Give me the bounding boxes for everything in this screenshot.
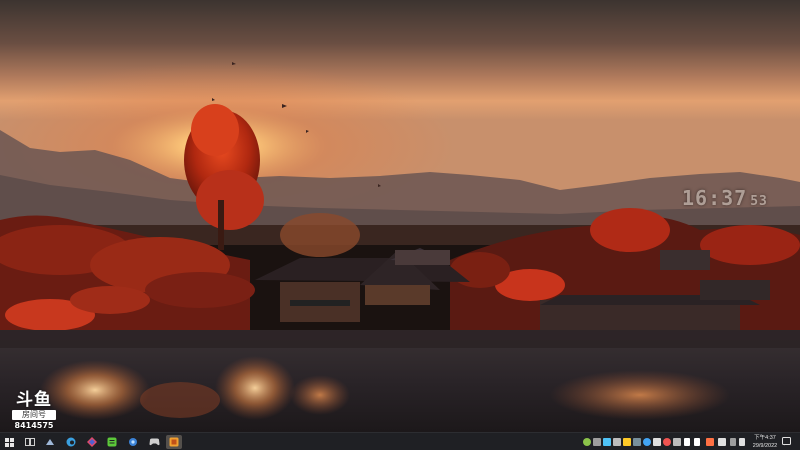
tray-app-icon[interactable] [739, 438, 745, 446]
tray-app-icon[interactable] [653, 438, 661, 446]
clock-time: 16:37 [682, 186, 748, 210]
douyu-watermark: 斗鱼 房间号 8414575 [12, 392, 56, 431]
tray-clock-time: 下午4:37 [754, 435, 776, 441]
blue-circle-app-icon[interactable] [125, 435, 141, 449]
tray-app-icon[interactable] [623, 438, 631, 446]
edge-icon[interactable] [63, 435, 79, 449]
tray-app-icon[interactable] [603, 438, 611, 446]
tray-app-icon[interactable] [613, 438, 621, 446]
tray-clock-date: 29/9/2022 [752, 443, 778, 449]
clock-seconds: 53 [750, 194, 768, 209]
tray-app-icon[interactable] [706, 438, 714, 446]
desktop-clock-widget: 16:37 53 [682, 186, 768, 210]
notification-icon[interactable] [782, 437, 791, 446]
task-view-icon[interactable] [22, 435, 38, 449]
volume-icon[interactable] [694, 438, 700, 446]
tray-clock[interactable]: 下午4:37 29/9/2022 [748, 434, 782, 450]
tray-app-icon[interactable] [633, 438, 641, 446]
gamepad-icon[interactable] [146, 435, 162, 449]
room-label: 房间号 [12, 410, 56, 420]
room-number: 8414575 [14, 421, 54, 430]
network-icon[interactable] [684, 438, 690, 446]
desktop[interactable]: 16:37 53 斗鱼 房间号 8414575 下午4:37 29/9/2022 [0, 0, 800, 450]
tray-app-icon[interactable] [673, 438, 681, 446]
taskbar: 下午4:37 29/9/2022 [0, 432, 800, 450]
landscape-wallpaper [0, 0, 800, 432]
input-method-icon[interactable] [718, 438, 726, 446]
tray-app-icon[interactable] [730, 438, 736, 446]
steam-icon[interactable] [42, 435, 58, 449]
tray-app-icon[interactable] [593, 438, 601, 446]
green-app-icon[interactable] [104, 435, 120, 449]
app-diamond-icon[interactable] [84, 435, 100, 449]
windows-start-icon[interactable] [1, 435, 17, 449]
active-app-icon[interactable] [166, 435, 182, 449]
tray-app-icon[interactable] [663, 438, 671, 446]
douyu-logo: 斗鱼 [16, 390, 52, 410]
tray-app-icon[interactable] [643, 438, 651, 446]
tray-app-icon[interactable] [583, 438, 591, 446]
